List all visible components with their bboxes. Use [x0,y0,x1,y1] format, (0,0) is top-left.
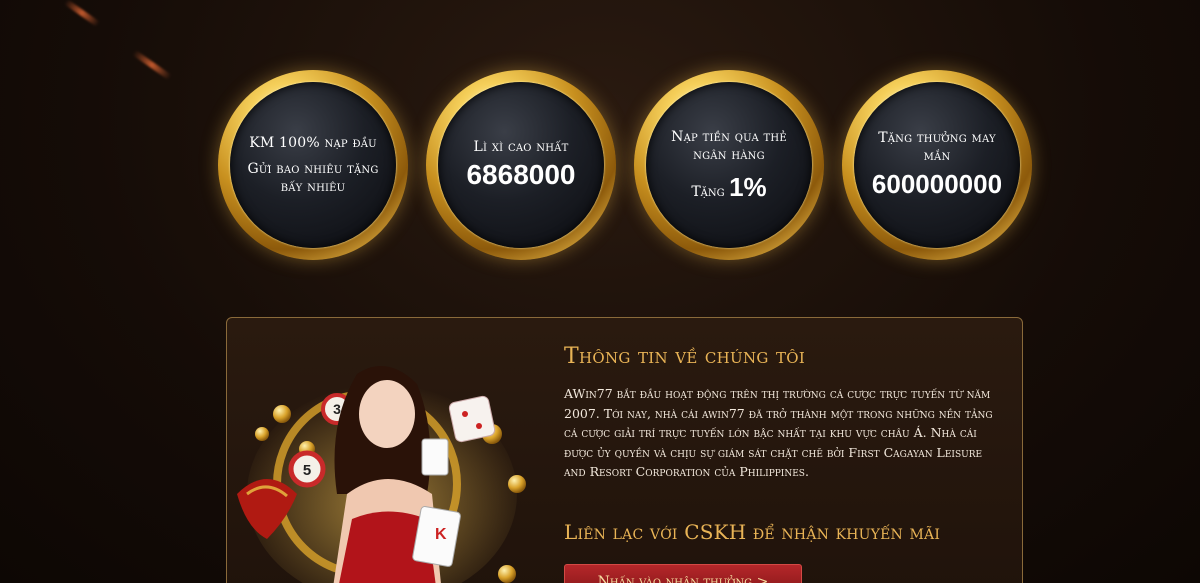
ember-decoration [132,49,172,81]
about-body: AWin77 bắt đầu hoạt động trên thị trường… [564,386,993,479]
promo-title: Lì xì cao nhất [473,139,569,155]
promo-value: 600000000 [871,169,1003,199]
promo-title: Tặng thưởng may mắn [878,130,996,164]
about-panel: 3 5 K Thông tin về chúng tôi AWin77 bắt … [226,317,1023,583]
promo-prefix: Tặng [691,183,725,200]
ember-decoration [63,0,101,27]
promo-coin-lucky-reward: Tặng thưởng may mắn 600000000 [842,70,1032,260]
casino-girl-illustration: 3 5 K [237,366,526,583]
promo-subtitle: Gửi bao nhiêu tặng bấy nhiêu [247,161,379,195]
promo-coins: KM 100% nạp đầu Gửi bao nhiêu tặng bấy n… [216,70,1036,260]
svg-text:5: 5 [303,462,311,479]
page: KM 100% nạp đầu Gửi bao nhiêu tặng bấy n… [0,0,1200,583]
promo-title: KM 100% nạp đầu [249,135,377,151]
contact-title: Liên lạc với CSKH để nhận khuyến mãi [564,520,941,544]
svg-text:3: 3 [333,401,341,417]
promo-coin-lixi: Lì xì cao nhất 6868000 [426,70,616,260]
about-title: Thông tin về chúng tôi [564,344,806,369]
promo-title: Nạp tiền qua thẻ ngân hàng [671,128,787,163]
claim-reward-button[interactable]: Nhấn vào nhận thưởng > [564,564,802,583]
promo-value: 1% [729,171,767,202]
promo-coin-bank-card: Nạp tiền qua thẻ ngân hàng Tặng 1% [634,70,824,260]
promo-value: 6868000 [466,159,576,190]
promo-coin-first-deposit: KM 100% nạp đầu Gửi bao nhiêu tặng bấy n… [218,70,408,260]
svg-text:K: K [435,526,447,543]
